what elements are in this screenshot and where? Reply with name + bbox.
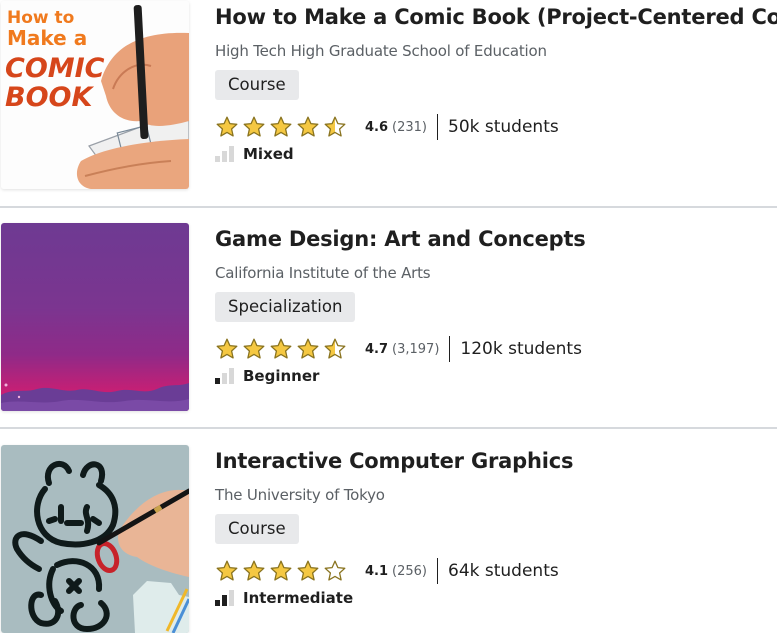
course-card[interactable]: Game Design: Art and Concepts California… <box>0 222 777 411</box>
difficulty-row: Beginner <box>215 365 319 387</box>
thumbnail-text-line: How to <box>7 8 74 28</box>
difficulty-row: Intermediate <box>215 587 353 609</box>
separator <box>449 336 451 362</box>
difficulty-bars-icon <box>215 368 237 384</box>
star-full-icon <box>297 560 319 581</box>
rating-count: (3,197) <box>392 341 440 357</box>
rating-value: 4.7 <box>365 341 389 357</box>
enrollment-count: 120k students <box>460 339 582 359</box>
product-type-badge: Specialization <box>215 292 356 322</box>
difficulty-row: Mixed <box>215 143 294 165</box>
enrollment-count: 50k students <box>448 117 559 137</box>
star-full-icon <box>216 560 238 581</box>
course-thumbnail[interactable] <box>1 445 189 633</box>
rating-row: 4.1 (256) 64k students <box>215 557 559 585</box>
course-partner: The University of Tokyo <box>215 486 385 504</box>
rating-value: 4.6 <box>365 119 389 135</box>
thumbnail-text-line: BOOK <box>5 82 94 113</box>
rating-row: 4.7 (3,197) 120k students <box>215 335 582 363</box>
rating-value: 4.1 <box>365 563 389 579</box>
star-full-icon <box>216 338 238 359</box>
comic-book-thumbnail-icon: How to Make a COMIC BOOK <box>1 1 189 189</box>
rating-row: 4.6 (231) 50k students <box>215 113 559 141</box>
star-full-icon <box>243 560 265 581</box>
purple-gradient-landscape-thumbnail-icon <box>1 223 189 411</box>
course-thumbnail[interactable] <box>1 223 189 411</box>
star-full-icon <box>216 116 238 137</box>
product-type-badge: Course <box>215 514 299 544</box>
course-partner: High Tech High Graduate School of Educat… <box>215 42 547 60</box>
rating-count: (256) <box>392 563 427 579</box>
bear-drawing-thumbnail-icon <box>1 445 189 633</box>
star-full-icon <box>297 338 319 359</box>
difficulty-bars-icon <box>215 146 237 162</box>
star-full-icon <box>270 338 292 359</box>
divider <box>0 427 777 429</box>
enrollment-count: 64k students <box>448 561 559 581</box>
course-thumbnail[interactable]: How to Make a COMIC BOOK <box>1 1 189 189</box>
thumbnail-text-line: Make a <box>7 26 87 50</box>
divider <box>0 206 777 208</box>
product-type-badge: Course <box>215 70 299 100</box>
course-card[interactable]: Interactive Computer Graphics The Univer… <box>0 444 777 633</box>
star-half-icon <box>324 338 346 359</box>
star-full-icon <box>270 560 292 581</box>
difficulty-bars-icon <box>215 590 237 606</box>
star-full-icon <box>270 116 292 137</box>
course-title[interactable]: Game Design: Art and Concepts <box>215 227 586 251</box>
thumbnail-text-line: COMIC <box>5 53 105 84</box>
star-empty-icon <box>324 560 346 581</box>
course-title[interactable]: Interactive Computer Graphics <box>215 449 573 473</box>
star-rating <box>215 337 347 361</box>
star-rating <box>215 115 347 139</box>
rating-count: (231) <box>392 119 427 135</box>
star-full-icon <box>243 338 265 359</box>
star-half-icon <box>324 116 346 137</box>
star-rating <box>215 559 347 583</box>
star-full-icon <box>243 116 265 137</box>
star-full-icon <box>297 116 319 137</box>
difficulty-label: Beginner <box>243 367 320 385</box>
course-title[interactable]: How to Make a Comic Book (Project-Center… <box>215 5 777 29</box>
course-card[interactable]: How to Make a COMIC BOOK How to Make a C… <box>0 0 777 189</box>
separator <box>437 114 438 140</box>
difficulty-label: Mixed <box>243 145 294 163</box>
difficulty-label: Intermediate <box>243 589 354 607</box>
course-partner: California Institute of the Arts <box>215 264 431 282</box>
separator <box>437 558 438 584</box>
